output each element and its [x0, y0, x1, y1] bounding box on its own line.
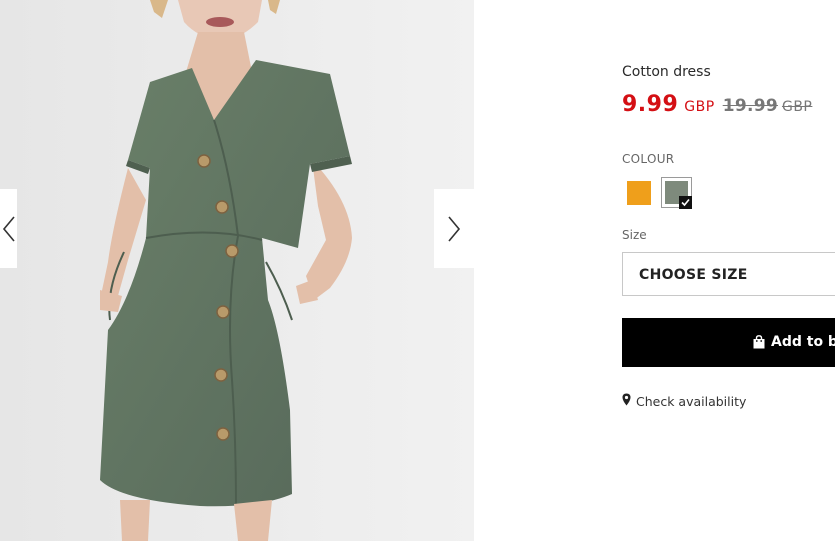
chevron-right-icon [448, 215, 461, 242]
price-original: 19.99 [722, 96, 778, 116]
size-label: Size [622, 228, 647, 242]
size-select[interactable]: CHOOSE SIZE [622, 252, 835, 296]
add-to-bag-label: Add to ba [771, 334, 835, 350]
price-current: 9.99 [622, 92, 679, 117]
product-gallery [0, 0, 474, 541]
chevron-left-icon [2, 215, 15, 242]
price-row: 9.99 GBP 19.99 GBP [622, 92, 812, 117]
price-current-currency: GBP [684, 99, 715, 115]
gallery-next-button[interactable] [434, 189, 474, 268]
check-availability-label: Check availability [636, 394, 747, 409]
checkmark-icon [679, 196, 692, 209]
product-photo [0, 0, 474, 541]
size-select-value: CHOOSE SIZE [639, 267, 748, 283]
product-title: Cotton dress [622, 64, 711, 80]
gallery-prev-button[interactable] [0, 189, 17, 268]
shopping-bag-icon [753, 335, 765, 349]
add-to-bag-button[interactable]: Add to ba [622, 318, 835, 367]
colour-swatch-yellow[interactable] [627, 181, 651, 205]
colour-swatch-green[interactable] [661, 177, 692, 209]
product-info-panel: Cotton dress 9.99 GBP 19.99 GBP COLOUR Size… [622, 0, 835, 541]
price-original-currency: GBP [781, 99, 813, 115]
map-pin-icon [622, 393, 631, 406]
colour-label: COLOUR [622, 152, 675, 166]
